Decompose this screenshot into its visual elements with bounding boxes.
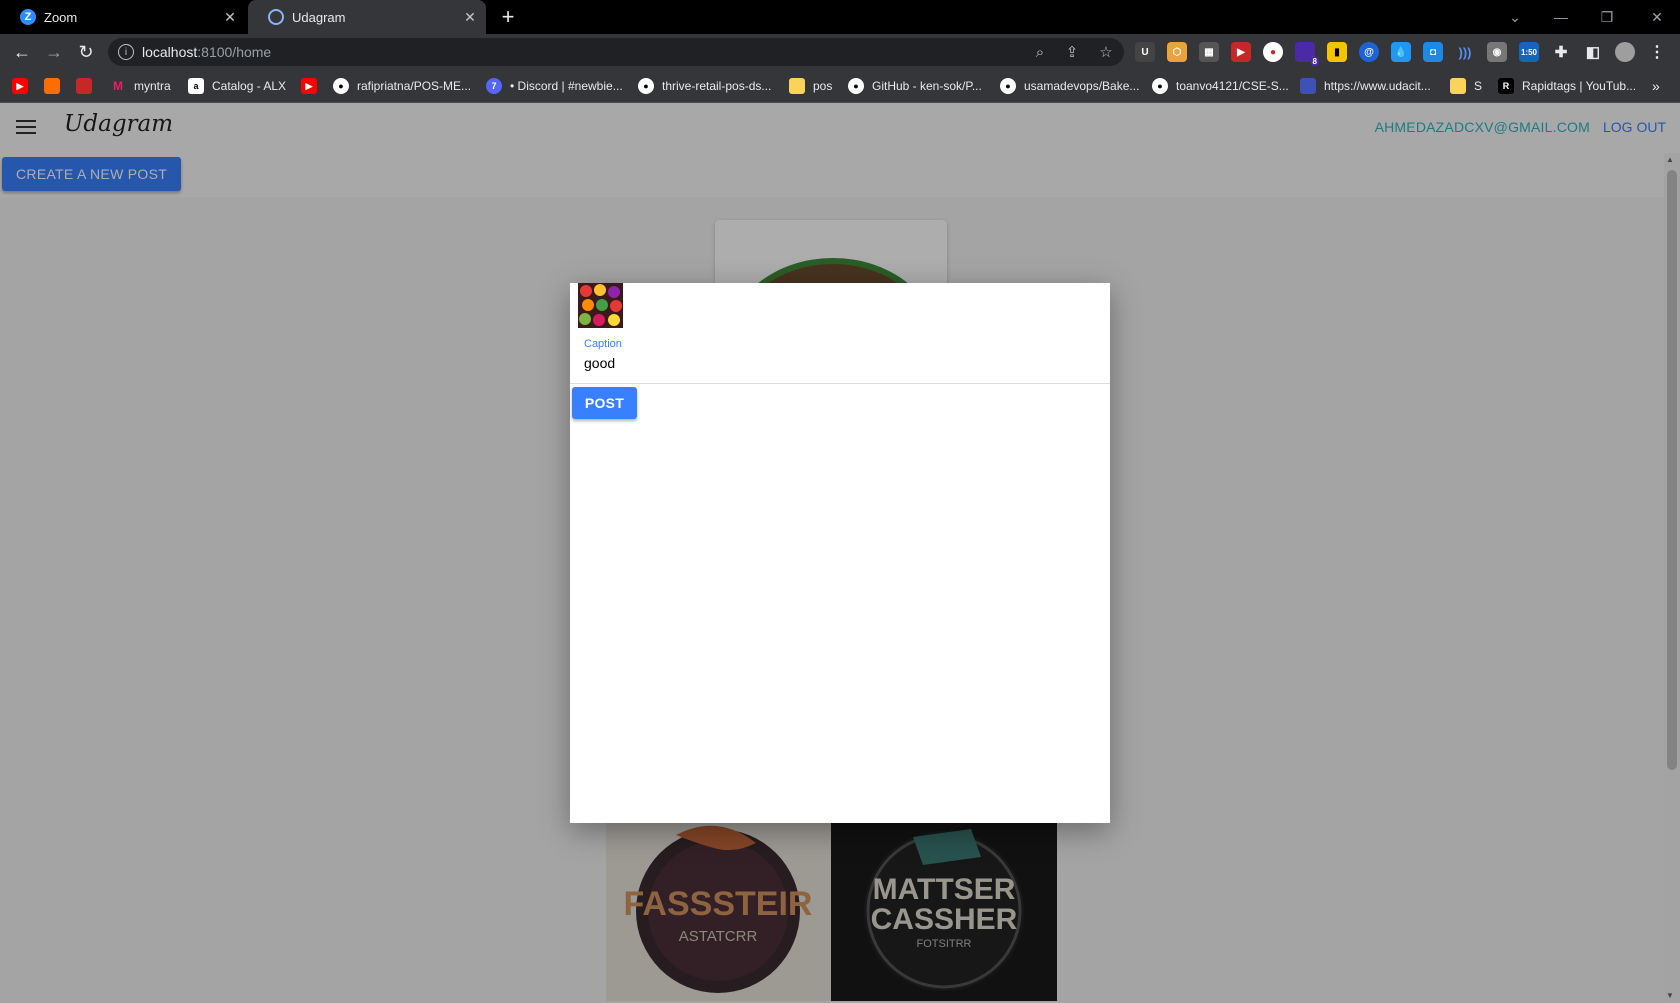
reload-icon[interactable]: ↻	[72, 38, 100, 66]
bookmark-label: Rapidtags | YouTub...	[1522, 79, 1637, 93]
site-info-icon[interactable]: i	[118, 44, 134, 60]
udacity-icon	[1300, 78, 1316, 94]
bookmark-udacity[interactable]: https://www.udacit...	[1300, 74, 1431, 98]
myntra-icon: M	[113, 79, 123, 93]
bookmark-github-2[interactable]: ● thrive-retail-pos-ds...	[638, 74, 771, 98]
timer-badge: 1:50	[1520, 47, 1537, 57]
bookmark-github-3[interactable]: ● GitHub - ken-sok/P...	[848, 74, 982, 98]
more-bookmarks-chevron[interactable]: »	[1652, 74, 1660, 98]
extension-screen-icon[interactable]: ◘	[1423, 42, 1443, 62]
bookmark-label: rafipriatna/POS-ME...	[357, 79, 472, 93]
close-icon[interactable]: ✕	[222, 9, 238, 25]
bookmark-youtube-2[interactable]: ▶	[301, 74, 325, 98]
forward-arrow-icon[interactable]: →	[40, 38, 68, 66]
extension-circle-icon[interactable]: @	[1359, 42, 1379, 62]
bookmark-label: thrive-retail-pos-ds...	[662, 79, 772, 93]
side-panel-icon[interactable]: ◧	[1583, 42, 1603, 62]
caption-input[interactable]	[584, 352, 1084, 374]
tab-label: Zoom	[44, 9, 78, 25]
tab-label: Udagram	[292, 9, 346, 25]
profile-avatar[interactable]	[1615, 42, 1635, 62]
orange-square-icon	[44, 78, 60, 94]
extension-grid-icon[interactable]: ▦	[1199, 42, 1219, 62]
extension-red-icon[interactable]: ▶	[1231, 42, 1251, 62]
github-icon: ●	[848, 78, 864, 94]
tab-search-icon[interactable]: ⌄	[1492, 0, 1538, 34]
folder-icon	[1450, 78, 1466, 94]
youtube-icon: ▶	[301, 78, 317, 94]
extension-waves-icon[interactable]: )))	[1455, 42, 1475, 62]
github-icon: ●	[1000, 78, 1016, 94]
bookmark-github-4[interactable]: ● usamadevops/Bake...	[1000, 74, 1139, 98]
browser-menu-icon[interactable]: ⋮	[1647, 42, 1667, 62]
bookmark-youtube[interactable]: ▶	[12, 74, 36, 98]
window-close-button[interactable]: ✕	[1634, 0, 1680, 34]
timer-extension-icon[interactable]: 1:50	[1519, 42, 1539, 62]
bookmark-catalog-alx[interactable]: a Catalog - ALX	[188, 74, 286, 98]
bookmark-label: GitHub - ken-sok/P...	[872, 79, 982, 93]
extensions-puzzle-icon[interactable]: ✚	[1551, 42, 1571, 62]
tab-zoom[interactable]: Z Zoom ✕	[0, 0, 246, 34]
url-path: :8100/home	[197, 44, 272, 60]
discord-icon: 7	[486, 78, 502, 94]
bookmark-label: S	[1474, 79, 1483, 93]
selected-image-preview	[578, 283, 623, 328]
bookmark-label: toanvo4121/CSE-S...	[1176, 79, 1289, 93]
post-button[interactable]: POST	[572, 387, 637, 419]
bookmark-myntra[interactable]: Mmyntra	[110, 74, 171, 98]
bookmark-label: myntra	[134, 79, 171, 93]
share-icon[interactable]: ⇪	[1060, 40, 1084, 64]
rapidtags-icon: R	[1498, 78, 1514, 94]
bookmark-s[interactable]: S	[1450, 74, 1482, 98]
bookmark-label: usamadevops/Bake...	[1024, 79, 1140, 93]
bookmark-label: pos	[813, 79, 833, 93]
ublock-icon[interactable]: U	[1135, 42, 1155, 62]
alx-icon: a	[188, 78, 204, 94]
extension-hex-icon[interactable]: ⬡	[1167, 42, 1187, 62]
url-text[interactable]: localhost:8100/home	[142, 44, 271, 60]
bookmark-star-icon[interactable]: ☆	[1094, 40, 1118, 64]
extension-yellow-icon[interactable]: ▮	[1327, 42, 1347, 62]
pokeball-icon[interactable]: ●	[1263, 42, 1283, 62]
bookmark-label: • Discord | #newbie...	[510, 79, 623, 93]
globe-icon	[268, 9, 284, 25]
caption-label: Caption	[584, 338, 622, 350]
bookmark-label: Catalog - ALX	[212, 79, 287, 93]
bookmark-rapidtags[interactable]: R Rapidtags | YouTub...	[1498, 74, 1636, 98]
camera-icon[interactable]: ◉	[1487, 42, 1507, 62]
red-docs-icon	[76, 78, 92, 94]
bookmark-github-5[interactable]: ● toanvo4121/CSE-S...	[1152, 74, 1289, 98]
bookmark-pos[interactable]: pos	[789, 74, 832, 98]
bookmark-red-docs[interactable]	[76, 74, 100, 98]
zoom-icon: Z	[20, 9, 36, 25]
page-content: Udagram AHMEDAZADCXV@GMAIL.COM LOG OUT C…	[0, 103, 1680, 1003]
extension-badge-icon[interactable]: 8	[1295, 42, 1319, 66]
url-host: localhost	[142, 44, 198, 60]
create-post-modal: Caption POST	[570, 283, 1110, 823]
input-underline	[570, 383, 1110, 384]
github-icon: ●	[1152, 78, 1168, 94]
badge-count: 8	[1310, 57, 1319, 66]
new-tab-button[interactable]: +	[495, 4, 521, 29]
zoom-lens-icon[interactable]: ⌕	[1028, 40, 1052, 64]
close-icon[interactable]: ✕	[462, 9, 478, 25]
minimize-button[interactable]: —	[1538, 0, 1584, 34]
restore-button[interactable]: ❐	[1584, 0, 1630, 34]
github-icon: ●	[638, 78, 654, 94]
fruit-thumbnail	[578, 283, 623, 328]
bookmark-discord[interactable]: 7 • Discord | #newbie...	[486, 74, 623, 98]
github-icon: ●	[333, 78, 349, 94]
tab-udagram[interactable]: Udagram ✕	[248, 0, 486, 34]
back-arrow-icon[interactable]: ←	[8, 38, 36, 66]
bookmark-orange[interactable]	[44, 74, 68, 98]
extension-drop-icon[interactable]: 💧	[1391, 42, 1411, 62]
bookmark-github-1[interactable]: ● rafipriatna/POS-ME...	[333, 74, 471, 98]
folder-icon	[789, 78, 805, 94]
bookmark-label: https://www.udacit...	[1324, 79, 1431, 93]
youtube-icon: ▶	[12, 78, 28, 94]
